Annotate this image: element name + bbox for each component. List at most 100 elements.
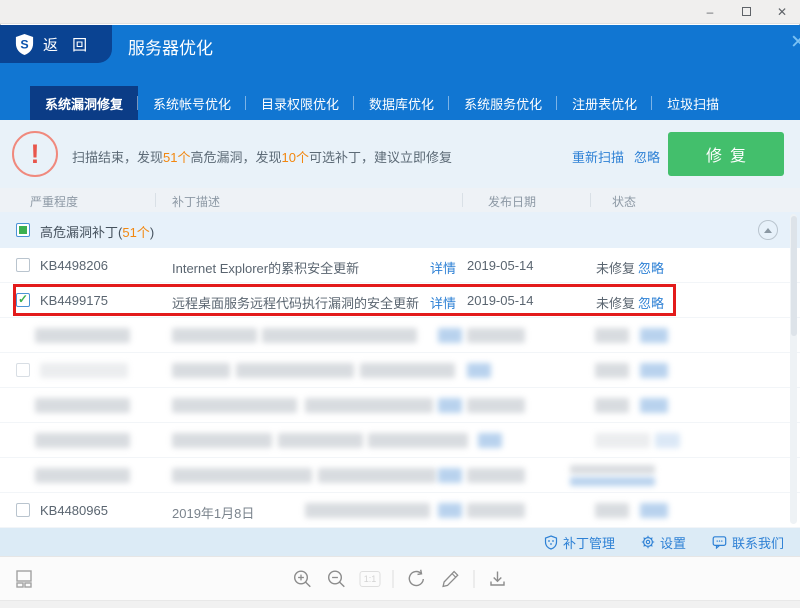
col-status: 状态: [612, 195, 637, 209]
redacted-block: [172, 398, 297, 413]
redacted-block: [640, 503, 668, 518]
group-label: 高危漏洞补丁(51个): [40, 222, 154, 241]
minimize-button[interactable]: –: [692, 0, 728, 24]
back-button-label: 返 回: [43, 36, 93, 54]
group-checkbox[interactable]: [16, 223, 30, 237]
kb-id: KB4499175: [40, 293, 108, 308]
scan-text-part: 可选补丁，建议立即修复: [308, 150, 452, 165]
tab-garbage-scan[interactable]: 垃圾扫描: [652, 86, 734, 120]
tab-database-optimize[interactable]: 数据库优化: [354, 86, 450, 120]
tab-registry-optimize[interactable]: 注册表优化: [557, 86, 653, 120]
patch-manage-link[interactable]: 补丁管理: [544, 533, 615, 552]
tab-label: 系统帐号优化: [153, 96, 232, 112]
zoom-actual-label: 1:1: [363, 574, 377, 584]
redacted-row: [0, 318, 800, 353]
chevron-up-icon: [764, 227, 772, 233]
maximize-icon: [741, 7, 751, 16]
chat-icon: [712, 536, 727, 549]
fix-button[interactable]: 修复: [668, 132, 784, 176]
scan-result-text: 扫描结束，发现51个高危漏洞，发现10个可选补丁，建议立即修复: [72, 147, 452, 166]
os-titlebar: – ✕: [0, 0, 800, 24]
tab-label: 注册表优化: [572, 96, 638, 112]
group-row-high-risk: 高危漏洞补丁(51个): [0, 212, 800, 248]
tab-system-service[interactable]: 系统服务优化: [449, 86, 558, 120]
back-button[interactable]: S 返 回: [0, 25, 112, 63]
ignore-link[interactable]: 忽略: [638, 293, 664, 312]
col-date: 发布日期: [488, 195, 537, 209]
group-label-text: 高危漏洞补丁(: [40, 225, 123, 240]
redacted-block: [478, 433, 502, 448]
footer-links-bar: 补丁管理 设置 联系我们: [0, 528, 800, 556]
redacted-block: [467, 398, 525, 413]
redacted-block: [595, 328, 629, 343]
footer-link-label: 联系我们: [731, 535, 784, 551]
high-risk-count: 51个: [163, 150, 191, 165]
redacted-block: [595, 363, 629, 378]
rescan-link[interactable]: 重新扫描: [572, 147, 624, 166]
redacted-block: [172, 468, 312, 483]
col-description: 补丁描述: [172, 195, 221, 209]
settings-link[interactable]: 设置: [641, 533, 686, 552]
redacted-block: [35, 468, 130, 483]
scan-actions: 重新扫描 忽略: [572, 147, 660, 166]
zoom-actual-button[interactable]: 1:1: [359, 571, 381, 587]
bottom-strip: [0, 600, 800, 608]
kb-id: KB4480965: [40, 503, 108, 518]
table-header: 严重程度 补丁描述 发布日期 状态: [0, 188, 800, 212]
tab-label: 垃圾扫描: [667, 96, 720, 112]
redacted-row: [0, 458, 800, 493]
group-label-text: ): [149, 225, 155, 240]
scrollbar-thumb[interactable]: [790, 216, 797, 336]
gallery-icon[interactable]: [13, 568, 35, 590]
tab-label: 系统服务优化: [464, 96, 543, 112]
redacted-block: [595, 398, 629, 413]
kb-id: KB4498206: [40, 258, 108, 273]
close-button[interactable]: ✕: [764, 0, 800, 24]
ignore-link[interactable]: 忽略: [638, 258, 664, 277]
contact-us-link[interactable]: 联系我们: [712, 533, 784, 552]
redacted-block: [360, 363, 455, 378]
row-checkbox[interactable]: [16, 363, 30, 377]
redacted-block: [305, 398, 433, 413]
release-date: 2019-05-14: [467, 293, 534, 308]
redacted-block: [570, 477, 655, 486]
close-icon: ✕: [776, 4, 788, 19]
table-row-highlighted: KB4499175 远程桌面服务远程代码执行漏洞的安全更新 详情 2019-05…: [0, 283, 800, 318]
row-checkbox[interactable]: [16, 503, 30, 517]
redacted-row: [0, 423, 800, 458]
app-header: S 返 回 服务器优化 ✕ 系统漏洞修复 系统帐号优化 目录权限优化 数据库优化…: [0, 25, 800, 120]
redacted-block: [438, 398, 462, 413]
divider: [473, 570, 475, 588]
edit-icon[interactable]: [440, 568, 462, 590]
status-label: 未修复: [596, 296, 636, 311]
optional-count: 10个: [281, 150, 309, 165]
column-divider: [155, 193, 156, 207]
status-label: 未修复: [596, 261, 636, 276]
row-checkbox[interactable]: [16, 258, 30, 272]
detail-link[interactable]: 详情: [430, 293, 456, 312]
row-checkbox[interactable]: [16, 292, 30, 307]
scrollbar[interactable]: [790, 214, 797, 524]
zoom-out-icon[interactable]: [326, 568, 348, 590]
tab-account-optimize[interactable]: 系统帐号优化: [138, 86, 247, 120]
redacted-block: [595, 433, 650, 448]
group-count: 51个: [122, 225, 150, 240]
redacted-block: [172, 363, 230, 378]
detail-link[interactable]: 详情: [430, 258, 456, 277]
maximize-button[interactable]: [728, 0, 764, 24]
rotate-icon[interactable]: [406, 568, 428, 590]
collapse-button[interactable]: [758, 220, 778, 240]
tab-bar: 系统漏洞修复 系统帐号优化 目录权限优化 数据库优化 系统服务优化 注册表优化 …: [30, 86, 734, 120]
tab-directory-permission[interactable]: 目录权限优化: [246, 86, 355, 120]
table-row: KB4498206 Internet Explorer的累积安全更新 详情 20…: [0, 248, 800, 283]
download-icon[interactable]: [487, 568, 509, 590]
ignore-all-link[interactable]: 忽略: [634, 147, 660, 166]
patch-description: 远程桌面服务远程代码执行漏洞的安全更新: [172, 296, 420, 311]
redacted-block: [35, 433, 130, 448]
inner-close-icon[interactable]: ✕: [790, 31, 800, 54]
zoom-in-icon[interactable]: [292, 568, 314, 590]
redacted-block: [305, 503, 430, 518]
tab-vulnerability-fix[interactable]: 系统漏洞修复: [30, 86, 139, 120]
app-window: – ✕ S 返 回 服务器优化 ✕ 系统漏洞修复 系统帐号优化 目录权限优化 数…: [0, 0, 800, 608]
redacted-block: [40, 363, 128, 378]
